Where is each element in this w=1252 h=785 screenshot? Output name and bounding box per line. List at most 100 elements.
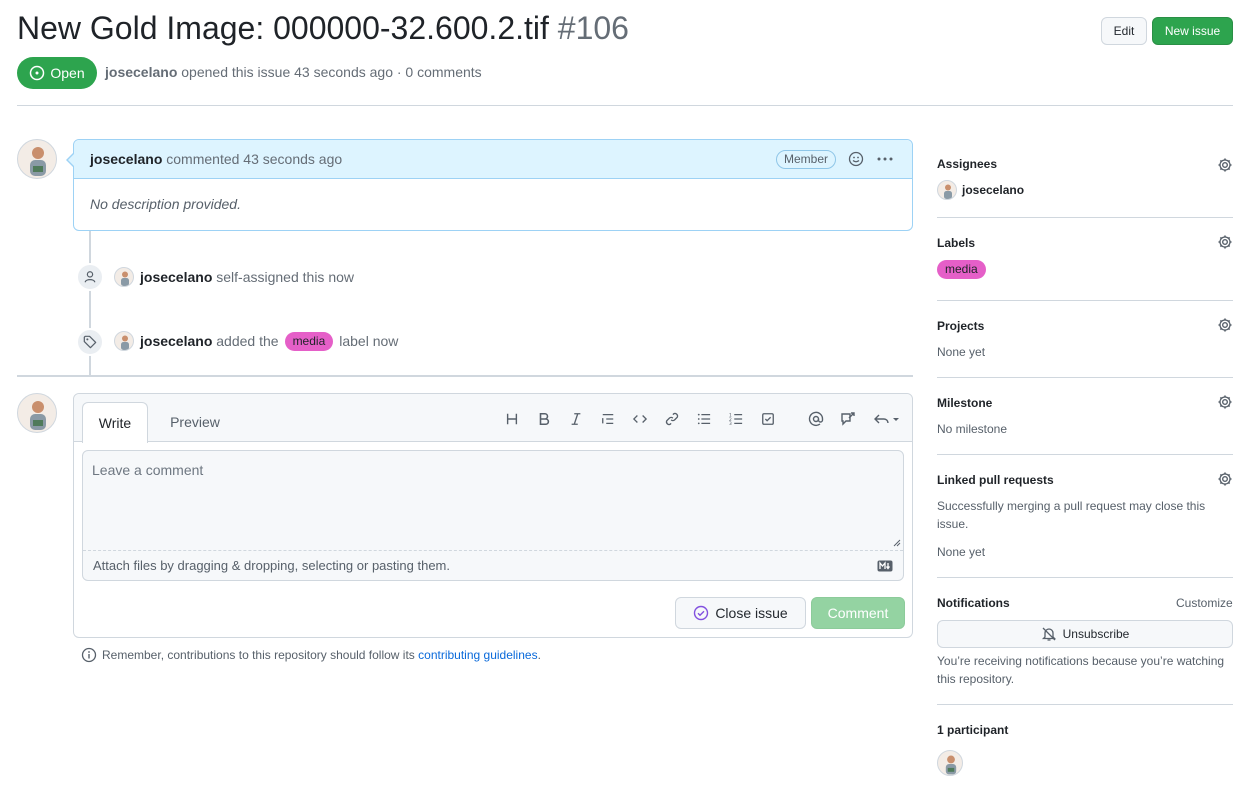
contributing-text: Remember, contributions to this reposito… (102, 648, 415, 662)
comment-card: josecelano commented 43 seconds ago Memb… (66, 139, 913, 231)
timeline-user-link[interactable]: josecelano (140, 269, 212, 285)
comment-action[interactable]: commented 43 seconds ago (166, 151, 342, 167)
gear-icon[interactable] (1217, 157, 1233, 173)
linked-prs-value: None yet (937, 545, 986, 559)
resize-handle-icon[interactable] (893, 539, 901, 547)
attach-files-text[interactable]: Attach files by dragging & dropping, sel… (83, 550, 903, 581)
timeline-event-icon (76, 328, 104, 356)
contributing-guidelines-link[interactable]: contributing guidelines (418, 648, 537, 662)
timeline-event-icon (76, 263, 104, 291)
check-circle-icon (694, 605, 709, 621)
timeline-text-pre: added the (216, 333, 279, 349)
issue-author-link[interactable]: josecelano (105, 64, 177, 80)
contributing-note: Remember, contributions to this reposito… (81, 647, 541, 663)
gear-icon[interactable] (1217, 471, 1233, 487)
issue-state-label: Open (50, 65, 85, 81)
tab-write[interactable]: Write (82, 402, 148, 443)
avatar[interactable] (17, 393, 57, 433)
labels-heading[interactable]: Labels (937, 236, 975, 250)
projects-heading[interactable]: Projects (937, 319, 984, 333)
gear-icon[interactable] (1217, 317, 1233, 333)
sidebar-divider (937, 577, 1233, 578)
projects-value: None yet (937, 345, 986, 359)
person-icon (84, 271, 96, 283)
comment-submit-button[interactable]: Comment (811, 597, 905, 629)
sidebar-divider (937, 217, 1233, 218)
timeline-text: self-assigned this now (216, 269, 355, 285)
member-badge: Member (776, 150, 837, 169)
avatar[interactable] (114, 267, 134, 287)
timeline-text-post: label now (339, 333, 399, 349)
comment-form-header: Write Preview 123 (74, 394, 912, 443)
bell-slash-icon (1041, 627, 1056, 641)
issue-title: New Gold Image: 000000-32.600.2.tif #106 (17, 8, 629, 48)
close-issue-label: Close issue (715, 605, 788, 621)
issue-opened-text: opened this issue 43 seconds ago · 0 com… (181, 64, 482, 80)
tag-icon (83, 335, 97, 349)
italic-icon[interactable] (565, 408, 587, 430)
avatar[interactable] (17, 139, 57, 179)
participants-heading: 1 participant (937, 723, 1009, 737)
comment-header: josecelano commented 43 seconds ago Memb… (74, 140, 912, 179)
avatar[interactable] (114, 331, 134, 351)
gear-icon[interactable] (1217, 234, 1233, 250)
issue-meta: josecelano opened this issue 43 seconds … (105, 64, 482, 80)
timeline-user-link[interactable]: josecelano (140, 333, 212, 349)
notifications-heading: Notifications (937, 596, 1010, 610)
kebab-horizontal-icon[interactable] (876, 151, 894, 167)
sidebar-divider (937, 300, 1233, 301)
bold-icon[interactable] (533, 408, 555, 430)
close-issue-button[interactable]: Close issue (675, 597, 806, 629)
svg-text:3: 3 (729, 421, 732, 426)
assignee-item[interactable]: josecelano (937, 180, 1024, 200)
avatar[interactable] (937, 750, 963, 776)
timeline-event-labeled: josecelano added the media label now (114, 331, 398, 351)
unordered-list-icon[interactable] (693, 408, 715, 430)
label-media[interactable]: media (284, 331, 334, 351)
timeline-event-assigned: josecelano self-assigned this now (114, 267, 354, 287)
link-icon[interactable] (661, 408, 683, 430)
task-list-icon[interactable] (757, 408, 779, 430)
markdown-icon[interactable] (877, 560, 893, 572)
smiley-icon[interactable] (848, 151, 864, 167)
customize-link[interactable]: Customize (1176, 594, 1233, 612)
comment-author-line: josecelano commented 43 seconds ago (90, 151, 342, 167)
heading-icon[interactable] (501, 408, 523, 430)
cross-reference-icon[interactable] (837, 408, 859, 430)
label-media[interactable]: media (937, 260, 986, 279)
linked-prs-heading[interactable]: Linked pull requests (937, 473, 1054, 487)
reply-icon[interactable] (871, 408, 903, 430)
mention-icon[interactable] (805, 408, 827, 430)
issue-state-badge: Open (17, 57, 97, 89)
code-icon[interactable] (629, 408, 651, 430)
unsubscribe-button[interactable]: Unsubscribe (937, 620, 1233, 648)
timeline-divider (17, 375, 913, 377)
assignee-name[interactable]: josecelano (962, 183, 1024, 197)
notifications-desc: You’re receiving notifications because y… (937, 654, 1225, 686)
issue-opened-icon (30, 65, 45, 81)
sidebar-divider (937, 377, 1233, 378)
assignees-heading[interactable]: Assignees (937, 157, 997, 171)
gear-icon[interactable] (1217, 394, 1233, 410)
linked-prs-desc: Successfully merging a pull request may … (937, 499, 1206, 531)
tab-preview[interactable]: Preview (162, 402, 228, 442)
edit-button[interactable]: Edit (1101, 17, 1147, 45)
comment-body: No description provided. (90, 196, 241, 212)
info-icon (81, 647, 97, 663)
contributing-tail: . (537, 648, 541, 662)
new-issue-button[interactable]: New issue (1152, 17, 1233, 45)
sidebar-divider (937, 454, 1233, 455)
header-divider (17, 105, 1233, 106)
comment-placeholder: Leave a comment (92, 462, 204, 478)
comment-form: Write Preview 123 Leave a comment Attach… (73, 393, 913, 638)
sidebar-divider (937, 704, 1233, 705)
milestone-heading[interactable]: Milestone (937, 396, 992, 410)
ordered-list-icon[interactable]: 123 (725, 408, 747, 430)
issue-number: #106 (557, 10, 629, 46)
unsubscribe-label: Unsubscribe (1062, 627, 1130, 641)
avatar[interactable] (937, 180, 957, 200)
comment-textarea[interactable]: Leave a comment Attach files by dragging… (82, 450, 904, 581)
comment-author-link[interactable]: josecelano (90, 151, 162, 167)
quote-icon[interactable] (597, 408, 619, 430)
milestone-value: No milestone (937, 422, 1008, 436)
